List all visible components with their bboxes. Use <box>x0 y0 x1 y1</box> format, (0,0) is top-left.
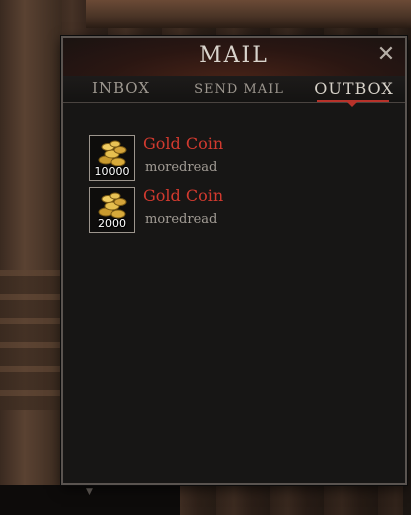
recipient-name: moredread <box>145 212 218 227</box>
item-slot: 2000 <box>89 187 135 233</box>
mail-item[interactable]: 10000 Gold Coin moredread <box>89 134 395 187</box>
window-title: MAIL <box>199 43 269 68</box>
active-tab-caret-icon <box>346 101 358 107</box>
item-name: Gold Coin <box>143 134 224 153</box>
tab-outbox[interactable]: OUTBOX <box>308 79 400 101</box>
tab-inbox[interactable]: INBOX <box>81 79 161 101</box>
tab-send-mail[interactable]: SEND MAIL <box>189 82 289 104</box>
recipient-name: moredread <box>145 160 218 175</box>
close-icon[interactable]: ✕ <box>375 44 397 66</box>
wooden-beam <box>86 0 411 28</box>
stair-railing <box>0 270 62 410</box>
outbox-list: 10000 Gold Coin moredread 2000 Gold Coin… <box>89 134 395 239</box>
scroll-down-icon[interactable]: ▼ <box>86 487 93 497</box>
mail-item[interactable]: 2000 Gold Coin moredread <box>89 186 395 239</box>
wooden-pillar <box>0 0 62 515</box>
title-bar: MAIL ✕ <box>63 38 405 77</box>
item-name: Gold Coin <box>143 186 224 205</box>
item-quantity: 2000 <box>98 217 126 230</box>
item-slot: 10000 <box>89 135 135 181</box>
item-quantity: 10000 <box>94 165 130 178</box>
mail-window: MAIL ✕ INBOX SEND MAIL OUTBOX 10000 Gold… <box>61 36 407 485</box>
tab-bar: INBOX SEND MAIL OUTBOX <box>63 76 405 103</box>
